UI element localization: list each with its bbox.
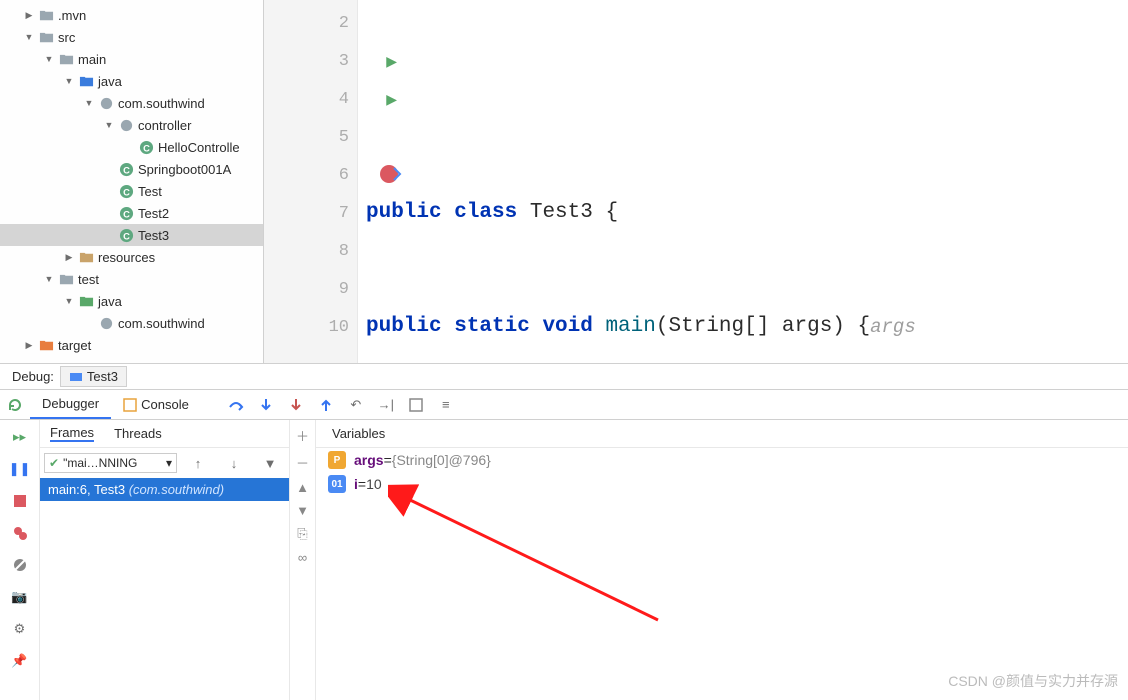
package-icon bbox=[118, 117, 134, 133]
step-over-button[interactable] bbox=[221, 391, 251, 419]
tree-item-testjava[interactable]: ▼java bbox=[0, 290, 263, 312]
threads-tab[interactable]: Threads bbox=[114, 426, 162, 441]
svg-text:C: C bbox=[123, 231, 130, 241]
drop-frame-button[interactable]: ↶ bbox=[341, 391, 371, 419]
tree-item-test[interactable]: CTest bbox=[0, 180, 263, 202]
tree-item-testfolder[interactable]: ▼test bbox=[0, 268, 263, 290]
rerun-button[interactable] bbox=[0, 391, 30, 419]
variable-row[interactable]: P args = {String[0]@796} bbox=[316, 448, 1128, 472]
svg-text:C: C bbox=[123, 209, 130, 219]
remove-button[interactable]: － bbox=[296, 453, 309, 472]
pause-button[interactable]: ❚❚ bbox=[11, 460, 29, 478]
console-tab[interactable]: Console bbox=[111, 391, 201, 419]
run-gutter-icon[interactable]: ▶ bbox=[386, 91, 397, 108]
source-folder-icon bbox=[78, 73, 94, 89]
down-button[interactable]: ▼ bbox=[296, 503, 309, 518]
variables-header: Variables bbox=[316, 420, 1128, 448]
svg-text:C: C bbox=[123, 165, 130, 175]
variable-row[interactable]: 01 i = 10 bbox=[316, 472, 1128, 496]
excluded-folder-icon bbox=[38, 337, 54, 353]
variables-panel: Variables P args = {String[0]@796} 01 i … bbox=[316, 420, 1128, 700]
code-content[interactable]: public class Test3 { public static void … bbox=[358, 0, 1128, 363]
tree-item-target[interactable]: ▶target bbox=[0, 334, 263, 356]
thread-selector[interactable]: ✔"mai…NNING▾ bbox=[44, 453, 177, 473]
stop-button[interactable] bbox=[11, 492, 29, 510]
folder-icon bbox=[58, 51, 74, 67]
class-icon: C bbox=[118, 183, 134, 199]
get-thread-dump-button[interactable]: 📷 bbox=[11, 588, 29, 606]
prev-frame-button[interactable]: ↑ bbox=[183, 449, 213, 477]
tree-item-test3[interactable]: CTest3 bbox=[0, 224, 263, 246]
tree-item-controller[interactable]: ▼controller bbox=[0, 114, 263, 136]
stack-frame[interactable]: main:6, Test3 (com.southwind) bbox=[40, 478, 289, 501]
resources-folder-icon bbox=[78, 249, 94, 265]
filter-button[interactable]: ▼ bbox=[255, 449, 285, 477]
step-into-button[interactable] bbox=[251, 391, 281, 419]
tree-item-package[interactable]: ▼com.southwind bbox=[0, 92, 263, 114]
resume-button[interactable]: ▸▸ bbox=[11, 428, 29, 446]
frames-panel: Frames Threads ✔"mai…NNING▾ ↑ ↓ ▼ main:6… bbox=[40, 420, 290, 700]
tree-item-hello[interactable]: CHelloControlle bbox=[0, 136, 263, 158]
pin-button[interactable]: 📌 bbox=[11, 652, 29, 670]
test-folder-icon bbox=[78, 293, 94, 309]
breakpoint-icon[interactable] bbox=[379, 161, 405, 190]
tree-item-java[interactable]: ▼java bbox=[0, 70, 263, 92]
step-out-button[interactable] bbox=[311, 391, 341, 419]
frames-side-toolbar: ＋ － ▲ ▼ ⎘ ∞ bbox=[290, 420, 316, 700]
tree-item-spring[interactable]: CSpringboot001A bbox=[0, 158, 263, 180]
next-frame-button[interactable]: ↓ bbox=[219, 449, 249, 477]
class-icon: C bbox=[138, 139, 154, 155]
svg-text:C: C bbox=[143, 143, 150, 153]
folder-icon bbox=[38, 29, 54, 45]
folder-icon bbox=[58, 271, 74, 287]
view-breakpoints-button[interactable] bbox=[11, 524, 29, 542]
debugger-tab[interactable]: Debugger bbox=[30, 391, 111, 419]
package-icon bbox=[98, 95, 114, 111]
watermark: CSDN @颜值与实力并存源 bbox=[948, 671, 1118, 691]
debug-run-config[interactable]: Test3 bbox=[60, 366, 127, 387]
tree-item-main[interactable]: ▼main bbox=[0, 48, 263, 70]
inline-hint: args bbox=[870, 308, 916, 346]
class-icon: C bbox=[118, 205, 134, 221]
svg-text:C: C bbox=[123, 187, 130, 197]
tree-item-testpkg[interactable]: com.southwind bbox=[0, 312, 263, 334]
package-icon bbox=[98, 315, 114, 331]
settings-button[interactable]: ⚙ bbox=[11, 620, 29, 638]
evaluate-button[interactable] bbox=[401, 391, 431, 419]
debug-header: Debug: Test3 bbox=[0, 364, 1128, 390]
frames-tab[interactable]: Frames bbox=[50, 425, 94, 442]
class-icon: C bbox=[118, 227, 134, 243]
editor-gutter[interactable]: 2 3▶ 4▶ 5 6 7 8 9 10 bbox=[264, 0, 358, 363]
mute-breakpoints-button[interactable] bbox=[11, 556, 29, 574]
debug-toolbar: Debugger Console ↶ →| ≡ bbox=[0, 390, 1128, 420]
tree-item-resources[interactable]: ▶resources bbox=[0, 246, 263, 268]
debug-side-toolbar: ▸▸ ❚❚ 📷 ⚙ 📌 bbox=[0, 420, 40, 700]
copy-button[interactable]: ⎘ bbox=[297, 526, 307, 542]
link-button[interactable]: ∞ bbox=[298, 550, 307, 565]
int-badge-icon: 01 bbox=[328, 475, 346, 493]
tree-item-test2[interactable]: CTest2 bbox=[0, 202, 263, 224]
folder-icon bbox=[38, 7, 54, 23]
tree-item-mvn[interactable]: ▶.mvn bbox=[0, 4, 263, 26]
code-editor[interactable]: 2 3▶ 4▶ 5 6 7 8 9 10 public class Test3 … bbox=[264, 0, 1128, 363]
force-step-into-button[interactable] bbox=[281, 391, 311, 419]
class-icon: C bbox=[118, 161, 134, 177]
up-button[interactable]: ▲ bbox=[296, 480, 309, 495]
project-tree[interactable]: ▶.mvn ▼src ▼main ▼java ▼com.southwind ▼c… bbox=[0, 0, 264, 363]
param-badge-icon: P bbox=[328, 451, 346, 469]
run-gutter-icon[interactable]: ▶ bbox=[386, 53, 397, 70]
trace-button[interactable]: ≡ bbox=[431, 391, 461, 419]
run-to-cursor-button[interactable]: →| bbox=[371, 391, 401, 419]
tree-item-src[interactable]: ▼src bbox=[0, 26, 263, 48]
add-button[interactable]: ＋ bbox=[296, 426, 309, 445]
